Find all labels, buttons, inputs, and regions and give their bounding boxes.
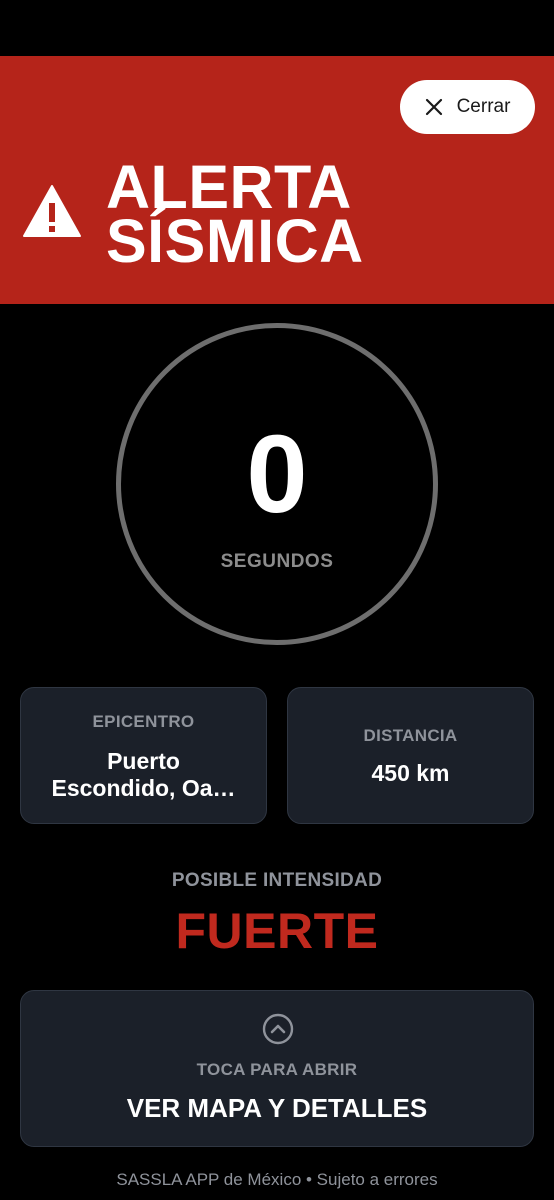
warning-icon (23, 185, 81, 237)
close-icon (425, 98, 442, 116)
epicenter-card: EPICENTRO Puerto Escondido, Oa… (20, 687, 267, 824)
intensity-label: POSIBLE INTENSIDAD (171, 870, 383, 891)
alert-title-line1: ALERTA (106, 153, 352, 221)
open-map-button[interactable]: TOCA PARA ABRIR VER MAPA Y DETALLES (20, 990, 534, 1147)
distance-value: 450 km (371, 760, 450, 786)
countdown-value: 0 (246, 413, 308, 536)
distance-label: DISTANCIA (363, 726, 458, 745)
intensity-value: FUERTE (175, 903, 379, 959)
alert-title: ALERTA SÍSMICA (106, 153, 364, 275)
open-map-hint: TOCA PARA ABRIR (196, 1060, 358, 1079)
distance-card: DISTANCIA 450 km (287, 687, 534, 824)
epicenter-value-line1: Puerto (107, 748, 180, 774)
epicenter-value-line2: Escondido, Oa… (51, 775, 236, 801)
countdown-unit: SEGUNDOS (220, 551, 334, 572)
open-map-label: VER MAPA Y DETALLES (126, 1093, 428, 1123)
epicenter-value: Puerto Escondido, Oa… (21, 748, 266, 802)
alert-title-line2: SÍSMICA (106, 207, 364, 275)
close-label: Cerrar (456, 96, 511, 117)
close-button[interactable]: Cerrar (400, 80, 535, 134)
status-bar (0, 0, 554, 56)
epicenter-label: EPICENTRO (92, 712, 195, 731)
footer-disclaimer: SASSLA APP de México • Sujeto a errores (116, 1170, 438, 1189)
chevron-up-circle-icon (262, 1013, 294, 1045)
